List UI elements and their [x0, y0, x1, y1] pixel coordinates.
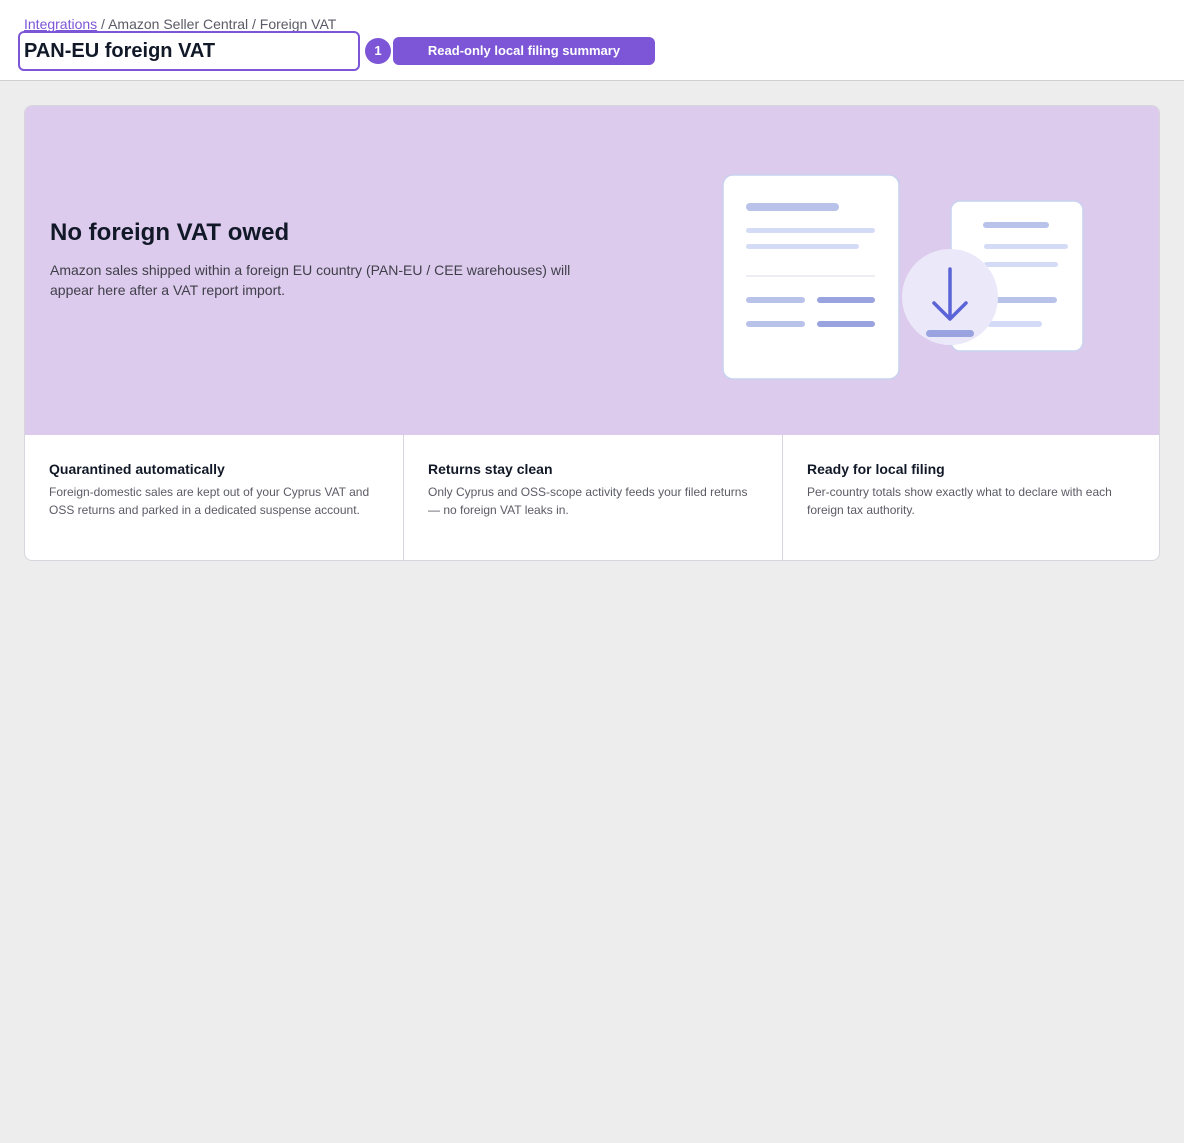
feature-title: Returns stay clean — [428, 461, 553, 477]
feature-returns-clean: Returns stay clean Only Cyprus and OSS-s… — [404, 435, 783, 560]
feature-quarantined: Quarantined automatically Foreign-domest… — [25, 435, 404, 560]
feature-title: Quarantined automatically — [49, 461, 225, 477]
count-badge: 1 — [365, 38, 391, 64]
hero-description: Amazon sales shipped within a foreign EU… — [50, 262, 571, 298]
page-title-field[interactable] — [18, 31, 360, 71]
download-icon — [902, 249, 998, 345]
breadcrumb-link-integrations[interactable]: Integrations — [24, 16, 97, 32]
hero-title: No foreign VAT owed — [50, 219, 290, 246]
feature-text: Foreign-domestic sales are kept out of y… — [49, 485, 370, 517]
feature-title: Ready for local filing — [807, 461, 945, 477]
empty-state-card: No foreign VAT owed Amazon sales shipped… — [24, 105, 1160, 561]
read-only-mode-badge: Read-only local filing summary — [393, 37, 655, 65]
feature-text: Only Cyprus and OSS-scope activity feeds… — [428, 485, 748, 517]
feature-local-filing: Ready for local filing Per-country total… — [783, 435, 1159, 560]
feature-list: Quarantined automatically Foreign-domest… — [25, 435, 1159, 560]
top-bar: Integrations / Amazon Seller Central / F… — [0, 0, 1184, 81]
hero-banner: No foreign VAT owed Amazon sales shipped… — [25, 106, 1159, 435]
feature-text: Per-country totals show exactly what to … — [807, 485, 1112, 517]
front-document-icon — [722, 174, 900, 380]
documents-download-illustration — [722, 174, 1084, 380]
breadcrumb-trail: / Amazon Seller Central / Foreign VAT — [97, 16, 337, 32]
